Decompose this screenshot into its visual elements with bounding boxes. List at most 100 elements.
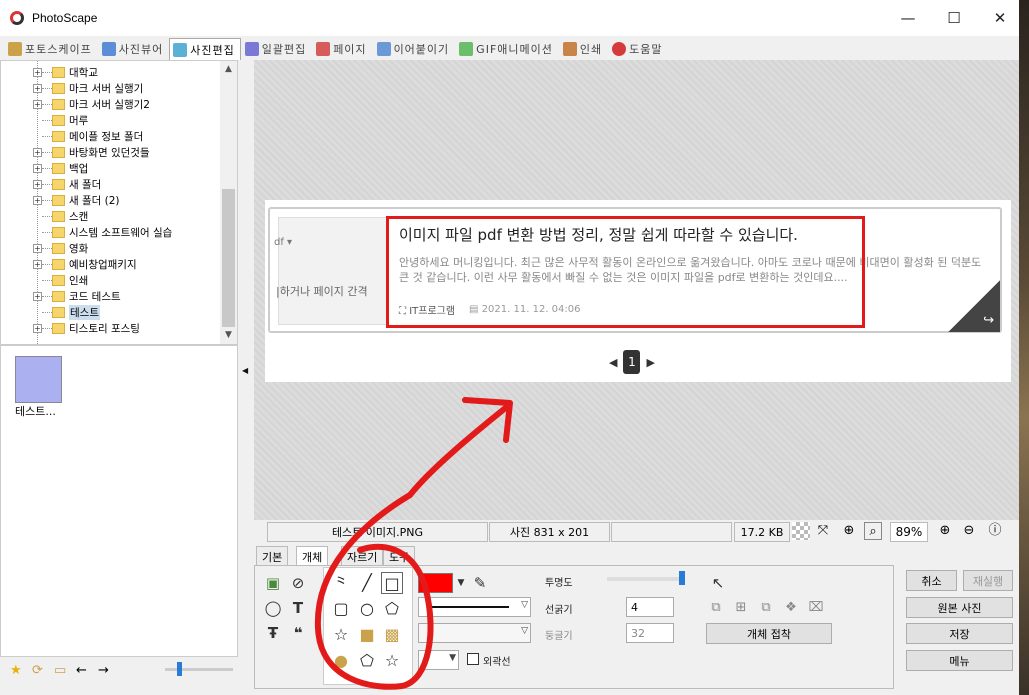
object-group-icon[interactable]: ❖ (781, 598, 801, 618)
select-pointer-icon[interactable]: ↖ (708, 573, 728, 593)
tree-item[interactable]: + 마크 서버 실행기2 (1, 96, 237, 112)
scroll-up-arrow-icon[interactable]: ▲ (220, 61, 237, 78)
roundness-input[interactable]: 32 (626, 623, 674, 643)
expand-plus-icon[interactable]: + (33, 195, 42, 205)
tab-photoscape[interactable]: 포토스케이프 (4, 38, 98, 60)
text-style-icon[interactable]: Ŧ (263, 623, 283, 643)
tab-tools[interactable]: 도구 (383, 546, 416, 566)
object-copy-icon[interactable]: ⧉ (756, 598, 776, 618)
thumbnail-image[interactable] (15, 356, 62, 403)
zoom-in-icon[interactable]: ⊕ (936, 522, 954, 540)
tab-page[interactable]: 페이지 (312, 38, 372, 60)
text-icon[interactable]: T (288, 598, 308, 618)
expand-plus-icon[interactable]: + (33, 83, 42, 93)
object-front-icon[interactable]: ⧉ (706, 598, 726, 618)
open-folder-icon[interactable]: ▭ (54, 663, 66, 678)
expand-plus-icon[interactable]: + (33, 99, 42, 109)
outline-checkbox[interactable] (467, 653, 479, 665)
insert-stamp-icon[interactable]: ⊘ (288, 573, 308, 593)
tab-crop[interactable]: 자르기 (341, 546, 384, 566)
line-style-select[interactable]: ▽ (418, 597, 531, 617)
back-arrow-icon[interactable]: ← (76, 663, 87, 678)
freehand-line-icon[interactable]: ⺀ (330, 572, 352, 594)
info-icon[interactable]: ⓘ (986, 522, 1004, 540)
tree-item[interactable]: + 영화 (1, 240, 237, 256)
object-delete-icon[interactable]: ⌧ (806, 598, 826, 618)
tab-combine[interactable]: 이어붙이기 (373, 38, 456, 60)
tree-item[interactable]: 인쇄 (1, 272, 237, 288)
color-dropdown-icon[interactable]: ▼ (451, 573, 471, 593)
tree-item[interactable]: + 대학교 (1, 64, 237, 80)
scroll-thumb[interactable] (222, 189, 235, 327)
tree-item[interactable]: + 마크 서버 실행기 (1, 80, 237, 96)
refresh-folder-icon[interactable]: ⟳ (32, 663, 43, 678)
tab-viewer[interactable]: 사진뷰어 (98, 38, 169, 60)
thickness-input[interactable]: 4 (626, 597, 674, 617)
tab-editor[interactable]: 사진편집 (169, 38, 241, 60)
expand-plus-icon[interactable]: + (33, 179, 42, 189)
tab-gif-animation[interactable]: GIF애니메이션 (455, 38, 559, 60)
opacity-slider[interactable] (607, 577, 683, 581)
expand-plus-icon[interactable]: + (33, 243, 42, 253)
speech-bubble-icon[interactable]: ◯ (263, 598, 283, 618)
opacity-knob[interactable] (679, 571, 685, 585)
tree-item[interactable]: + 예비창업패키지 (1, 256, 237, 272)
actual-size-icon[interactable]: ⊕ (840, 522, 858, 540)
tab-object[interactable]: 개체 (296, 546, 329, 566)
forward-arrow-icon[interactable]: → (98, 663, 109, 678)
tab-help[interactable]: 도움말 (608, 38, 668, 60)
expand-plus-icon[interactable]: + (33, 67, 42, 77)
pentagon-icon[interactable]: ⬠ (381, 598, 403, 620)
expand-plus-icon[interactable]: + (33, 259, 42, 269)
expand-plus-icon[interactable]: + (33, 163, 42, 173)
transparency-checker-icon[interactable] (792, 522, 810, 540)
tab-batch-editor[interactable]: 일괄편집 (241, 38, 312, 60)
menu-button[interactable]: 메뉴 (906, 650, 1013, 671)
outline-style-select[interactable]: ▼ (418, 650, 459, 670)
maximize-button[interactable]: ☐ (931, 0, 977, 36)
panel-splitter[interactable]: ◀ (238, 60, 254, 657)
zoom-fit-icon[interactable]: ⌕ (864, 522, 882, 540)
star-icon[interactable]: ☆ (330, 624, 352, 646)
redo-button[interactable]: 재실행 (963, 570, 1013, 591)
zoom-level[interactable]: 89% (890, 522, 928, 542)
circle-icon[interactable]: ○ (356, 598, 378, 620)
thumbnail-size-knob[interactable] (177, 662, 182, 676)
tree-item[interactable]: 테스트 (1, 304, 237, 320)
line-end-select[interactable]: ▽ (418, 623, 531, 643)
collapse-arrow-icon[interactable]: ◀ (242, 366, 248, 375)
tree-item[interactable]: + 바탕화면 있던것들 (1, 144, 237, 160)
tab-basic[interactable]: 기본 (256, 546, 289, 566)
outline-star-icon[interactable]: ☆ (381, 650, 403, 672)
expand-plus-icon[interactable]: + (33, 323, 42, 333)
tab-print[interactable]: 인쇄 (559, 38, 608, 60)
filled-rounded-rect-icon[interactable]: ▩ (381, 624, 403, 646)
tree-item[interactable]: 머루 (1, 112, 237, 128)
tree-item[interactable]: + 백업 (1, 160, 237, 176)
filled-rectangle-icon[interactable]: ■ (356, 624, 378, 646)
thumbnail-size-slider[interactable] (165, 668, 233, 671)
fit-screen-icon[interactable]: ⤧ (814, 522, 832, 540)
scroll-down-arrow-icon[interactable]: ▼ (220, 327, 237, 344)
insert-photo-icon[interactable]: ▣ (263, 573, 283, 593)
rectangle-icon[interactable]: □ (381, 572, 403, 594)
undo-button[interactable]: 취소 (906, 570, 957, 591)
attach-object-button[interactable]: 개체 접착 (706, 623, 832, 644)
expand-plus-icon[interactable]: + (33, 147, 42, 157)
zoom-out-icon[interactable]: ⊖ (960, 522, 978, 540)
object-add-icon[interactable]: ⊞ (731, 598, 751, 618)
line-icon[interactable]: ╱ (356, 572, 378, 594)
tree-item[interactable]: 스캔 (1, 208, 237, 224)
minimize-button[interactable]: — (885, 0, 931, 36)
tree-item[interactable]: 메이플 정보 폴더 (1, 128, 237, 144)
tree-item[interactable]: + 새 폴더 (1, 176, 237, 192)
tree-item[interactable]: 시스템 소프트웨어 실습 (1, 224, 237, 240)
tree-item[interactable]: + 새 폴더 (2) (1, 192, 237, 208)
original-photo-button[interactable]: 원본 사진 (906, 597, 1013, 618)
filled-pentagon-icon[interactable]: ⬠ (356, 650, 378, 672)
tree-scrollbar[interactable]: ▲ ▼ (220, 61, 237, 344)
fill-color-swatch[interactable] (418, 573, 453, 593)
eyedropper-icon[interactable]: ✎ (470, 573, 490, 593)
save-button[interactable]: 저장 (906, 623, 1013, 644)
favorite-star-icon[interactable]: ★ (10, 663, 22, 678)
